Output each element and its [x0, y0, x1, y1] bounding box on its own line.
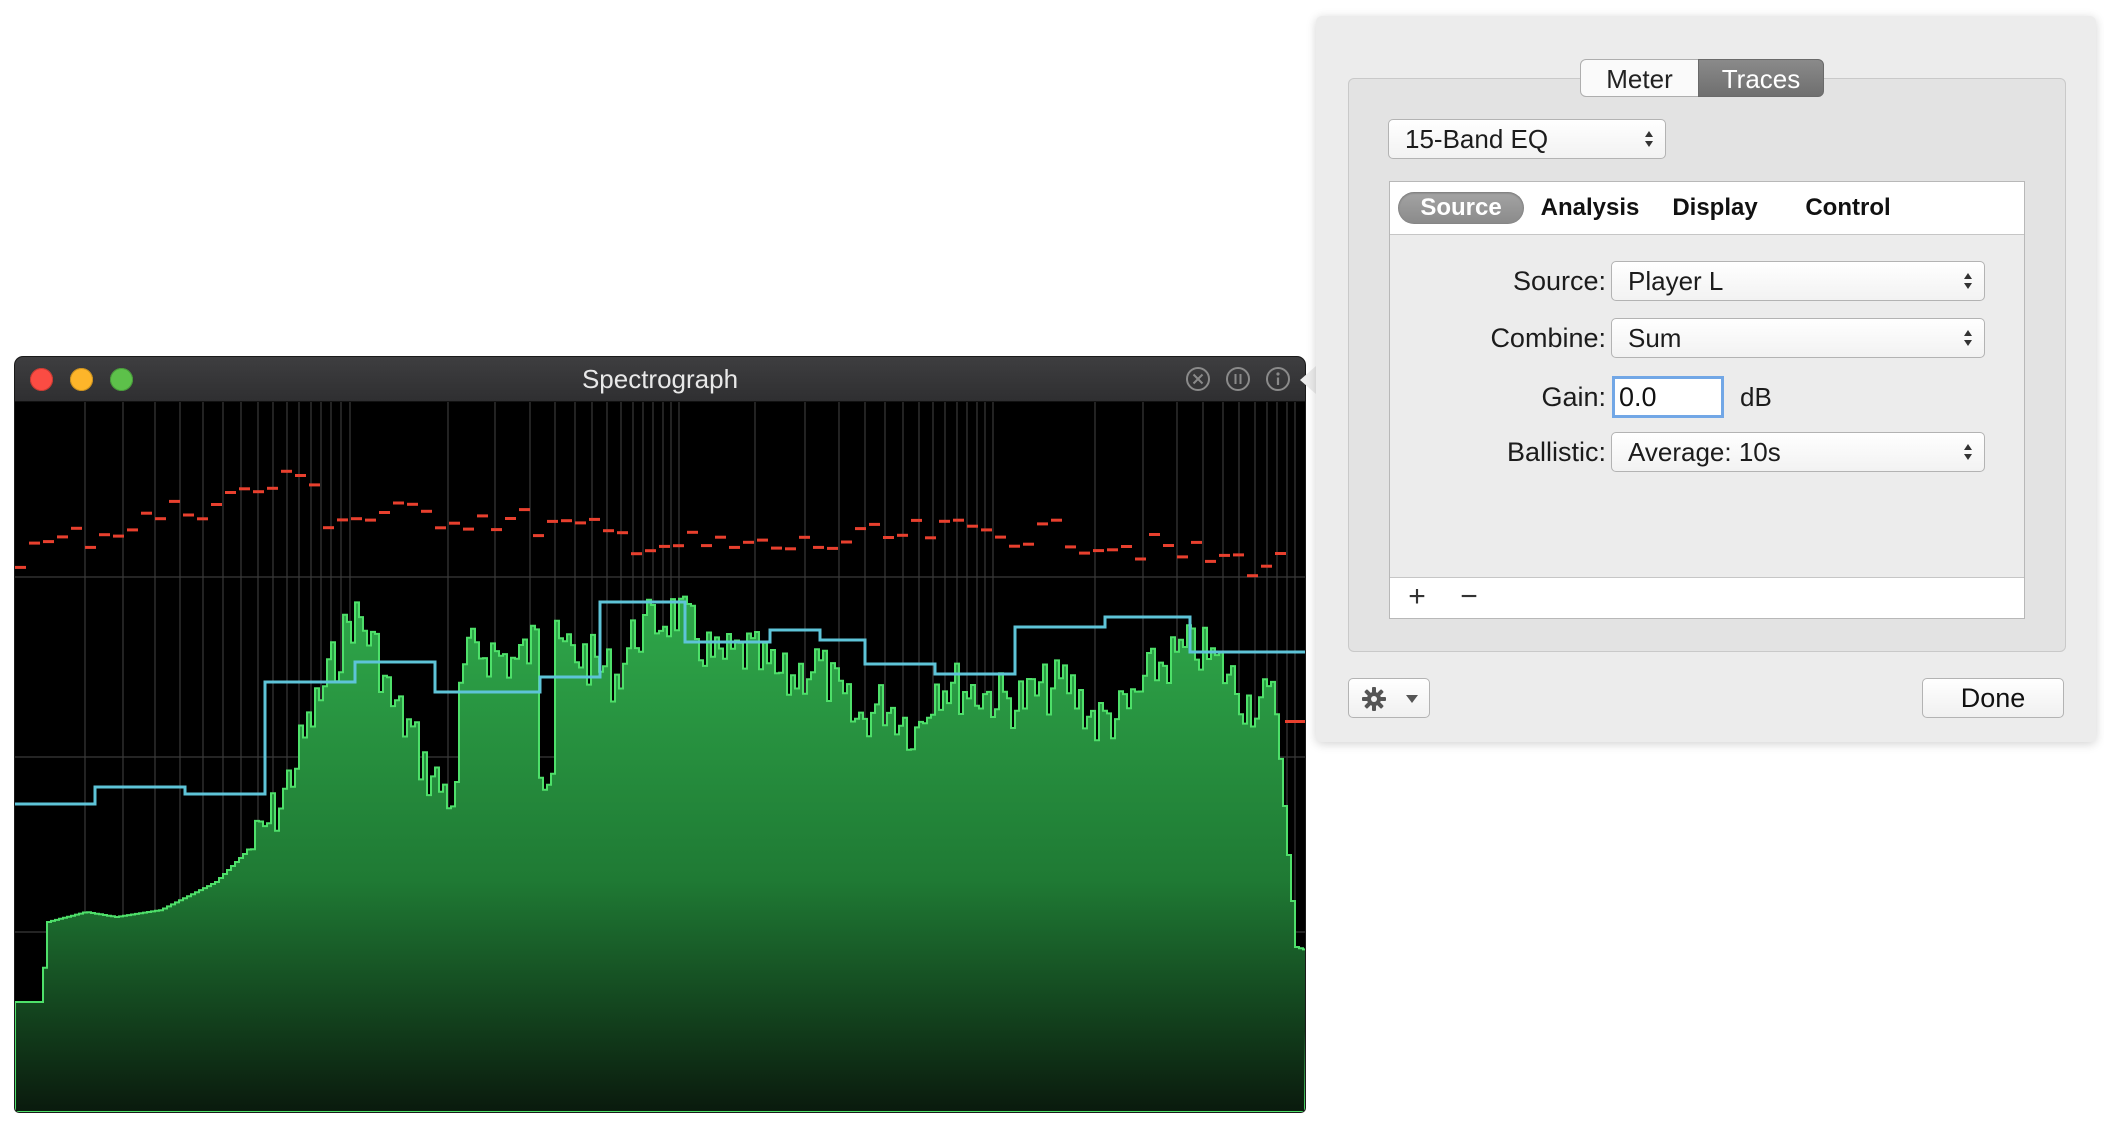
source-popup[interactable]: Player L	[1611, 261, 1985, 301]
chevron-down-icon	[1406, 695, 1418, 703]
gain-label: Gain:	[1541, 382, 1606, 412]
subtab-bar: Source Analysis Display Control	[1390, 182, 2024, 235]
trace-settings-box: Source Analysis Display Control Source: …	[1389, 181, 2025, 619]
trace-preset-value: 15-Band EQ	[1405, 124, 1549, 154]
segment-traces[interactable]: Traces	[1698, 59, 1824, 97]
done-button[interactable]: Done	[1922, 678, 2064, 718]
source-label: Source:	[1512, 266, 1606, 296]
gear-icon	[1362, 687, 1386, 711]
trace-preset-popup[interactable]: 15-Band EQ	[1388, 119, 1666, 159]
spectrum-area	[15, 595, 1305, 1112]
ballistic-label: Ballistic:	[1506, 437, 1606, 467]
gain-unit: dB	[1740, 382, 1772, 412]
level-marker	[1285, 720, 1305, 723]
ballistic-popup[interactable]: Average: 10s	[1611, 432, 1985, 472]
pause-icon[interactable]	[1225, 366, 1251, 392]
ballistic-value: Average: 10s	[1628, 437, 1781, 467]
spectrograph-window: Spectrograph	[15, 357, 1305, 1112]
combine-label: Combine:	[1490, 323, 1606, 353]
subtab-control[interactable]: Control	[1802, 192, 1894, 224]
trace-inspector-popover: Meter Traces 15-Band EQ Source Analysis …	[1316, 16, 2096, 742]
action-menu-button[interactable]	[1348, 678, 1430, 718]
spectrum-plot	[15, 402, 1305, 1112]
source-value: Player L	[1628, 266, 1724, 296]
subtab-display[interactable]: Display	[1670, 192, 1760, 224]
popover-arrow	[1300, 366, 1316, 394]
updown-arrows-icon	[1645, 131, 1653, 147]
subtab-analysis[interactable]: Analysis	[1540, 192, 1640, 224]
updown-arrows-icon	[1964, 273, 1972, 289]
add-trace-button[interactable]: +	[1402, 580, 1432, 614]
gain-input[interactable]	[1612, 376, 1724, 418]
trace-list-toolbar: + −	[1390, 577, 2024, 618]
titlebar: Spectrograph	[15, 357, 1305, 402]
combine-value: Sum	[1628, 323, 1682, 353]
segment-meter[interactable]: Meter	[1580, 59, 1699, 97]
window-title: Spectrograph	[581, 364, 739, 394]
clear-icon[interactable]	[1185, 366, 1211, 392]
combine-popup[interactable]: Sum	[1611, 318, 1985, 358]
subtab-source[interactable]: Source	[1398, 192, 1524, 224]
updown-arrows-icon	[1964, 444, 1972, 460]
info-icon[interactable]	[1265, 366, 1291, 392]
remove-trace-button[interactable]: −	[1454, 580, 1484, 614]
updown-arrows-icon	[1964, 330, 1972, 346]
